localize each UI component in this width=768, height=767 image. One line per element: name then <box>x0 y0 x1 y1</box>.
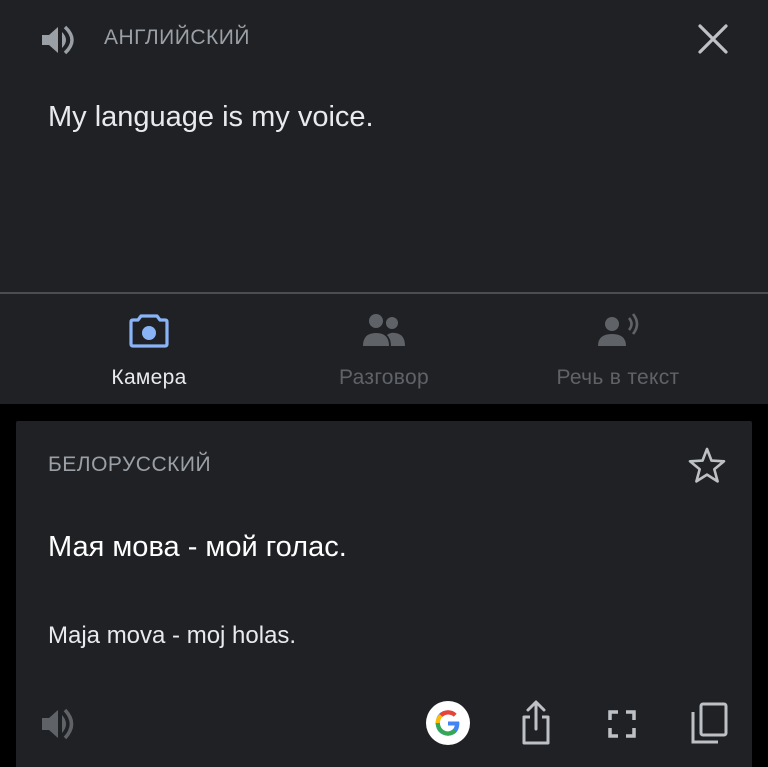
target-language-label: БЕЛОРУССКИЙ <box>48 453 212 476</box>
mode-speech-label: Речь в текст <box>556 366 680 389</box>
mode-speech-button[interactable]: Речь в текст <box>528 294 708 404</box>
mode-conversation-button[interactable]: Разговор <box>294 294 474 404</box>
camera-icon <box>129 312 169 353</box>
mode-camera-button[interactable]: Камера <box>59 294 239 404</box>
mode-conversation-label: Разговор <box>339 366 429 389</box>
people-icon <box>361 312 407 353</box>
speaker-icon[interactable] <box>40 25 80 55</box>
mode-bar: Камера Разговор Речь в текст <box>0 294 768 404</box>
share-icon[interactable] <box>516 699 556 747</box>
speaker-icon[interactable] <box>40 706 80 742</box>
google-logo-icon[interactable] <box>426 701 470 745</box>
close-icon[interactable] <box>696 22 730 56</box>
translated-text[interactable]: Мая мова - мой голас. <box>48 531 347 564</box>
copy-icon[interactable] <box>688 701 730 745</box>
star-icon[interactable] <box>687 446 727 486</box>
speech-to-text-icon <box>595 312 641 353</box>
transliteration-text: Maja mova - moj holas. <box>48 622 297 649</box>
mode-camera-label: Камера <box>111 366 187 389</box>
source-panel: АНГЛИЙСКИЙ My language is my voice. <box>0 0 768 292</box>
translation-card: БЕЛОРУССКИЙ Мая мова - мой голас. Maja m… <box>16 421 752 767</box>
source-language-label[interactable]: АНГЛИЙСКИЙ <box>104 26 250 50</box>
fullscreen-icon[interactable] <box>604 706 640 742</box>
source-text[interactable]: My language is my voice. <box>48 101 374 134</box>
